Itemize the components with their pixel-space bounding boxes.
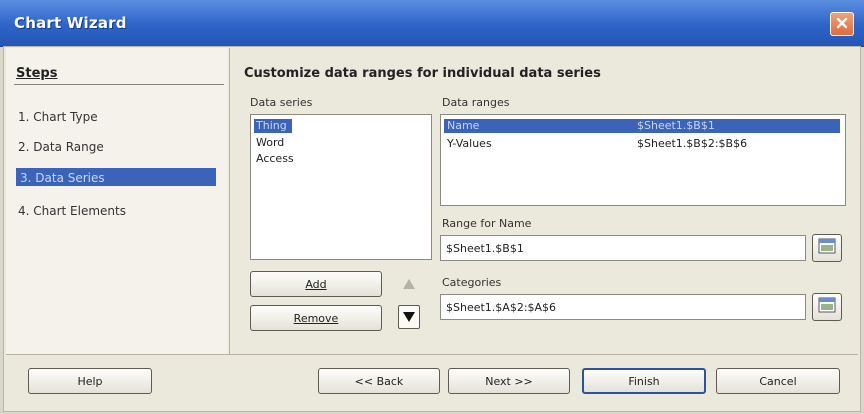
finish-button[interactable]: Finish [582,368,706,394]
add-button[interactable]: Add [250,271,382,297]
list-item[interactable]: Word [256,136,284,149]
range-row-role[interactable]: Y-Values [447,137,492,150]
range-for-name-input[interactable]: $Sheet1.$B$1 [440,235,806,261]
step-data-range[interactable]: 2. Data Range [18,140,104,154]
title-bar[interactable]: Chart Wizard [0,0,864,47]
cancel-button-label: Cancel [759,374,797,388]
range-row-role[interactable]: Name [447,119,479,132]
remove-button[interactable]: Remove [250,305,382,331]
range-select-icon [818,238,836,258]
categories-input[interactable]: $Sheet1.$A$2:$A$6 [440,294,806,320]
back-button[interactable]: << Back [318,368,440,394]
list-item[interactable]: Access [256,152,294,165]
categories-label: Categories [442,276,502,289]
back-button-label: << Back [354,374,404,388]
steps-heading: Steps [16,66,58,81]
data-ranges-label: Data ranges [442,96,510,109]
chart-wizard-dialog: Chart Wizard Steps 1. Chart Type 2. Data… [0,0,864,414]
help-button-label: Help [77,374,103,388]
range-for-name-select-button[interactable] [812,234,842,262]
steps-pane [6,48,228,354]
range-row-value[interactable]: $Sheet1.$B$2:$B$6 [637,137,747,150]
help-button[interactable]: Help [28,368,152,394]
move-up-button[interactable] [398,272,420,296]
window-title: Chart Wizard [14,14,127,32]
finish-button-label: Finish [628,374,660,388]
remove-button-label: Remove [293,311,339,325]
pane-divider [229,48,230,354]
data-series-list[interactable]: Thing Word Access [250,114,432,260]
next-button-label: Next >> [485,374,533,388]
next-button[interactable]: Next >> [448,368,570,394]
range-row-value[interactable]: $Sheet1.$B$1 [637,119,715,132]
arrow-down-icon [402,308,416,327]
arrow-up-icon [402,275,416,294]
add-button-label: Add [305,277,327,291]
page-title: Customize data ranges for individual dat… [244,66,601,81]
step-data-series[interactable]: 3. Data Series [20,171,105,185]
step-chart-elements[interactable]: 4. Chart Elements [18,204,126,218]
list-item[interactable]: Thing [256,119,287,132]
close-button[interactable] [830,12,854,36]
data-ranges-list[interactable]: Name $Sheet1.$B$1 Y-Values $Sheet1.$B$2:… [440,114,846,206]
categories-select-button[interactable] [812,293,842,321]
range-for-name-label: Range for Name [442,217,532,230]
cancel-button[interactable]: Cancel [716,368,840,394]
steps-divider [14,84,224,85]
close-icon [835,15,849,34]
data-series-label: Data series [250,96,313,109]
range-select-icon [818,297,836,317]
move-down-button[interactable] [398,305,420,329]
step-chart-type[interactable]: 1. Chart Type [18,110,98,124]
footer-divider [6,354,858,355]
